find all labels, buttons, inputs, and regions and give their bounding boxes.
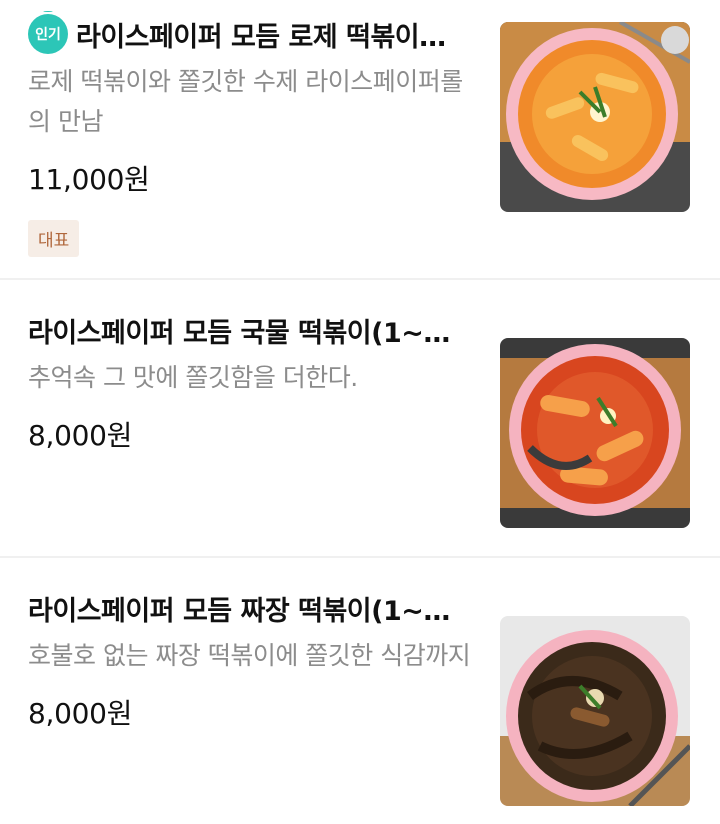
jjajang-tteokbokki-photo[interactable] (500, 616, 690, 806)
menu-item-title: 라이스페이퍼 모듬 로제 떡볶이… (76, 21, 446, 53)
menu-item-description: 추억속 그 맛에 쫄깃함을 더한다. (28, 363, 358, 392)
popular-badge: 인기 (25, 11, 71, 57)
menu-item-title-row: 라이스페이퍼 모듬 짜장 떡볶이(1~… (28, 586, 478, 630)
menu-list: 인기 라이스페이퍼 모듬 로제 떡볶이… 로제 떡볶이와 쫄깃한 수제 라이스페… (0, 11, 720, 824)
menu-item-title: 라이스페이퍼 모듬 짜장 떡볶이(1~… (28, 595, 450, 627)
jjajang-tteokbokki-image (500, 616, 690, 806)
rose-tteokbokki-image (500, 22, 690, 212)
rose-tteokbokki-photo[interactable] (500, 22, 690, 212)
menu-item-description: 로제 떡볶이와 쫄깃한 수제 라이스페이퍼롤의 만남 (28, 67, 463, 136)
menu-item-title: 라이스페이퍼 모듬 국물 떡볶이(1~… (28, 317, 450, 349)
signature-tag: 대표 (28, 220, 80, 257)
menu-item-title-row: 인기 라이스페이퍼 모듬 로제 떡볶이… (25, 11, 478, 57)
soup-tteokbokki-image (500, 338, 690, 528)
menu-item-description: 호불호 없는 짜장 떡볶이에 쫄깃한 식감까지 (28, 641, 471, 670)
menu-item-soup-tteokbokki[interactable]: 라이스페이퍼 모듬 국물 떡볶이(1~… 추억속 그 맛에 쫄깃함을 더한다. … (0, 308, 720, 558)
menu-item-rose-tteokbokki[interactable]: 인기 라이스페이퍼 모듬 로제 떡볶이… 로제 떡볶이와 쫄깃한 수제 라이스페… (0, 11, 720, 280)
menu-item-jjajang-tteokbokki[interactable]: 라이스페이퍼 모듬 짜장 떡볶이(1~… 호불호 없는 짜장 떡볶이에 쫄깃한 … (0, 586, 720, 824)
menu-item-title-row: 라이스페이퍼 모듬 국물 떡볶이(1~… (28, 308, 478, 352)
soup-tteokbokki-photo[interactable] (500, 338, 690, 528)
